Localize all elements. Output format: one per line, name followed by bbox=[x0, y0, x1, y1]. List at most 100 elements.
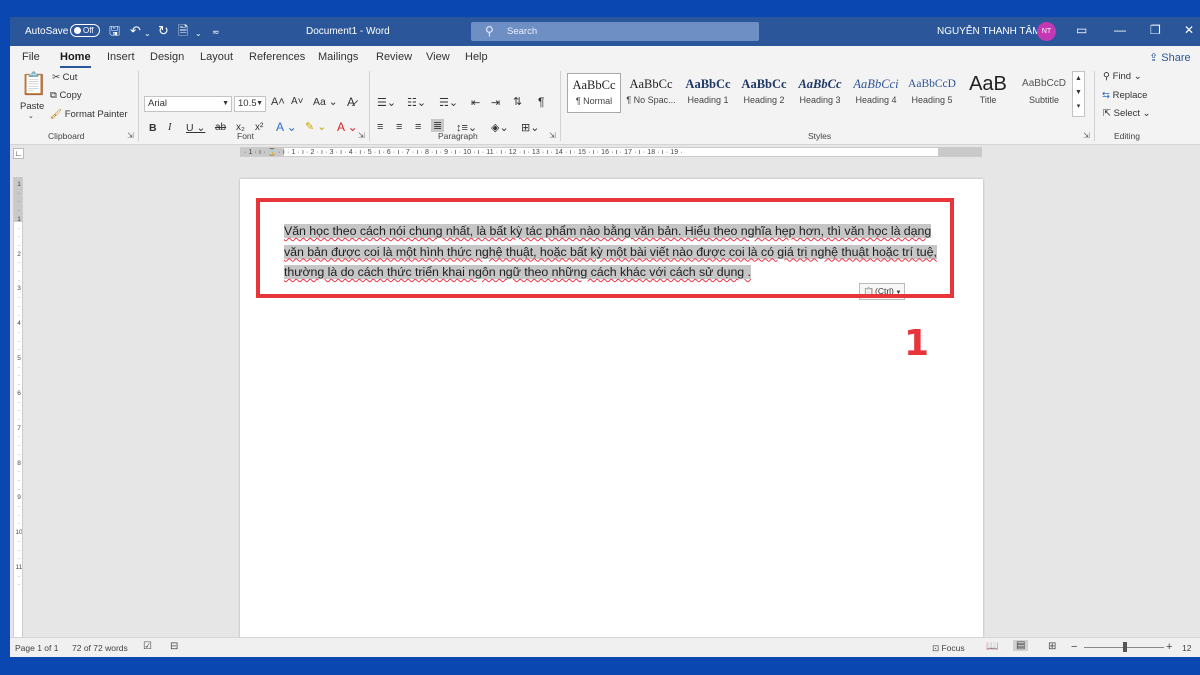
borders-icon[interactable]: ⊞⌄ bbox=[521, 121, 539, 134]
strikethrough-icon[interactable]: ab bbox=[215, 122, 226, 133]
tab-insert[interactable]: Insert bbox=[107, 51, 135, 63]
word-count[interactable]: 72 of 72 words bbox=[72, 643, 128, 653]
font-size-combo[interactable]: 10.5 ▼ bbox=[234, 96, 266, 112]
decrease-indent-icon[interactable]: ⇤ bbox=[471, 96, 480, 109]
macro-record-icon[interactable]: ⊟ bbox=[170, 641, 178, 652]
style-no-spacing[interactable]: AaBbCc ¶ No Spac... bbox=[623, 73, 679, 113]
restore-icon[interactable]: ❐ bbox=[1150, 23, 1161, 37]
numbering-icon[interactable]: ☷⌄ bbox=[407, 96, 426, 109]
style-title[interactable]: AaB Title bbox=[961, 73, 1015, 113]
tab-file[interactable]: File bbox=[22, 51, 40, 63]
style-preview: AaBbCc bbox=[685, 77, 731, 91]
shrink-font-icon[interactable]: A˅ bbox=[291, 96, 304, 107]
align-right-icon[interactable]: ≡ bbox=[415, 121, 421, 133]
style-heading-5[interactable]: AaBbCcD Heading 5 bbox=[905, 73, 959, 113]
tab-mailings[interactable]: Mailings bbox=[318, 51, 358, 63]
undo-icon[interactable]: ↶ bbox=[130, 23, 141, 38]
close-icon[interactable]: ✕ bbox=[1184, 23, 1194, 37]
search-icon: ⚲ bbox=[1103, 71, 1113, 82]
page-info[interactable]: Page 1 of 1 bbox=[15, 643, 58, 653]
change-case-button[interactable]: Aa ⌄ bbox=[313, 96, 338, 108]
bold-icon[interactable]: B bbox=[149, 122, 157, 134]
touch-dropdown-icon[interactable]: ⌄ bbox=[195, 26, 202, 41]
clear-formatting-icon[interactable]: A̷ bbox=[347, 95, 355, 109]
customize-toolbar-icon[interactable]: ≂ bbox=[212, 25, 220, 40]
touch-mode-icon[interactable]: 🗎 bbox=[178, 23, 188, 38]
superscript-icon[interactable]: x² bbox=[255, 122, 263, 133]
zoom-out-button[interactable]: − bbox=[1071, 641, 1077, 653]
text-effects-icon[interactable]: A ⌄ bbox=[276, 120, 297, 134]
select-button[interactable]: ⇱ Select ⌄ bbox=[1103, 108, 1151, 119]
tab-view[interactable]: View bbox=[426, 51, 450, 63]
style-normal[interactable]: AaBbCc ¶ Normal bbox=[567, 73, 621, 113]
focus-button[interactable]: ⊡ Focus bbox=[932, 643, 965, 654]
align-left-icon[interactable]: ≡ bbox=[377, 121, 383, 133]
pilcrow-icon[interactable]: ¶ bbox=[538, 95, 544, 109]
tab-review[interactable]: Review bbox=[376, 51, 412, 63]
replace-label: Replace bbox=[1112, 90, 1148, 101]
underline-icon[interactable]: U ⌄ bbox=[186, 122, 205, 134]
paste-dropdown-icon[interactable]: ⌄ bbox=[28, 112, 34, 120]
horizontal-ruler[interactable]: · 1 · ı · ⌛ · ı · 1 · ı · 2 · ı · 3 · ı … bbox=[240, 147, 982, 157]
undo-dropdown-icon[interactable]: ⌄ bbox=[144, 26, 151, 41]
minimize-icon[interactable]: — bbox=[1114, 23, 1126, 37]
style-preview: AaBbCcD bbox=[908, 78, 956, 90]
zoom-in-button[interactable]: + bbox=[1166, 641, 1172, 653]
tab-design[interactable]: Design bbox=[150, 51, 184, 63]
tab-layout[interactable]: Layout bbox=[200, 51, 233, 63]
search-box[interactable]: ⚲ Search bbox=[471, 22, 759, 41]
tab-references[interactable]: References bbox=[249, 51, 305, 63]
web-layout-icon[interactable]: ⊞ bbox=[1048, 641, 1056, 652]
align-center-icon[interactable]: ≡ bbox=[396, 121, 402, 133]
proofing-icon[interactable]: ☑ bbox=[143, 641, 152, 652]
highlighter-icon[interactable]: ✎ ⌄ bbox=[305, 120, 327, 133]
paste-icon[interactable]: 📋 bbox=[20, 71, 47, 97]
replace-button[interactable]: ⇆ Replace bbox=[1102, 90, 1147, 101]
redo-icon[interactable]: ↻ bbox=[158, 23, 169, 38]
zoom-slider-handle[interactable] bbox=[1123, 642, 1127, 652]
ruler-tick: · bbox=[17, 555, 21, 563]
style-preview: AaBbCcD bbox=[1022, 78, 1066, 89]
sort-icon[interactable]: ⇅ bbox=[513, 95, 522, 108]
find-button[interactable]: ⚲ Find ⌄ bbox=[1103, 71, 1142, 82]
style-name: Subtitle bbox=[1028, 95, 1060, 105]
share-button[interactable]: ⇪ Share bbox=[1149, 51, 1191, 64]
ruler-tick: · bbox=[17, 442, 21, 450]
font-color-icon[interactable]: A ⌄ bbox=[337, 120, 358, 134]
bullets-icon[interactable]: ☰⌄ bbox=[377, 96, 396, 109]
paragraph-launcher-icon[interactable]: ⇲ bbox=[549, 131, 556, 140]
user-name[interactable]: NGUYỄN THANH TÂM bbox=[937, 26, 1041, 37]
ribbon-display-icon[interactable]: ▭ bbox=[1076, 23, 1087, 37]
clipboard-launcher-icon[interactable]: ⇲ bbox=[127, 131, 134, 140]
font-name-combo[interactable]: Arial ▼ bbox=[144, 96, 232, 112]
style-heading-1[interactable]: AaBbCc Heading 1 bbox=[681, 73, 735, 113]
format-painter-button[interactable]: 🖌 Format Painter bbox=[50, 109, 128, 120]
copy-button[interactable]: ⧉ Copy bbox=[50, 90, 82, 101]
clipboard-group-label: Clipboard bbox=[48, 131, 85, 141]
shading-icon[interactable]: ◈⌄ bbox=[491, 121, 509, 134]
increase-indent-icon[interactable]: ⇥ bbox=[491, 96, 500, 109]
tab-selector[interactable]: ∟ bbox=[13, 148, 24, 159]
styles-gallery-scroll[interactable]: ▲ ▼ ▾ bbox=[1072, 71, 1085, 117]
read-mode-icon[interactable]: 📖 bbox=[986, 641, 998, 652]
tab-help[interactable]: Help bbox=[465, 51, 488, 63]
save-icon[interactable]: 🖫 bbox=[109, 23, 120, 38]
styles-launcher-icon[interactable]: ⇲ bbox=[1083, 131, 1090, 140]
vertical-ruler[interactable]: 1 · · · 1 · · · 2 · · · 3 · · · 4 · · · 5 · · · 6 · · · 7 · · · 8 · · · 9 · · ·… bbox=[13, 177, 23, 637]
print-layout-icon[interactable]: ▤ bbox=[1013, 640, 1029, 651]
style-heading-3[interactable]: AaBbCc Heading 3 bbox=[793, 73, 847, 113]
style-heading-2[interactable]: AaBbCc Heading 2 bbox=[737, 73, 791, 113]
avatar[interactable]: NT bbox=[1037, 22, 1056, 41]
style-heading-4[interactable]: AaBbCci Heading 4 bbox=[849, 73, 903, 113]
paste-button[interactable]: Paste bbox=[20, 101, 44, 112]
cut-button[interactable]: ✂ Cut bbox=[52, 72, 77, 83]
font-launcher-icon[interactable]: ⇲ bbox=[358, 131, 365, 140]
autosave-toggle[interactable]: Off bbox=[70, 24, 100, 37]
grow-font-icon[interactable]: A˄ bbox=[271, 96, 285, 108]
multilevel-list-icon[interactable]: ☴⌄ bbox=[439, 96, 458, 109]
style-subtitle[interactable]: AaBbCcD Subtitle bbox=[1017, 73, 1071, 113]
cursor-icon: ⇱ bbox=[1103, 108, 1114, 119]
zoom-level[interactable]: 12 bbox=[1182, 643, 1191, 653]
italic-icon[interactable]: I bbox=[168, 122, 172, 133]
tab-home[interactable]: Home bbox=[60, 51, 91, 68]
